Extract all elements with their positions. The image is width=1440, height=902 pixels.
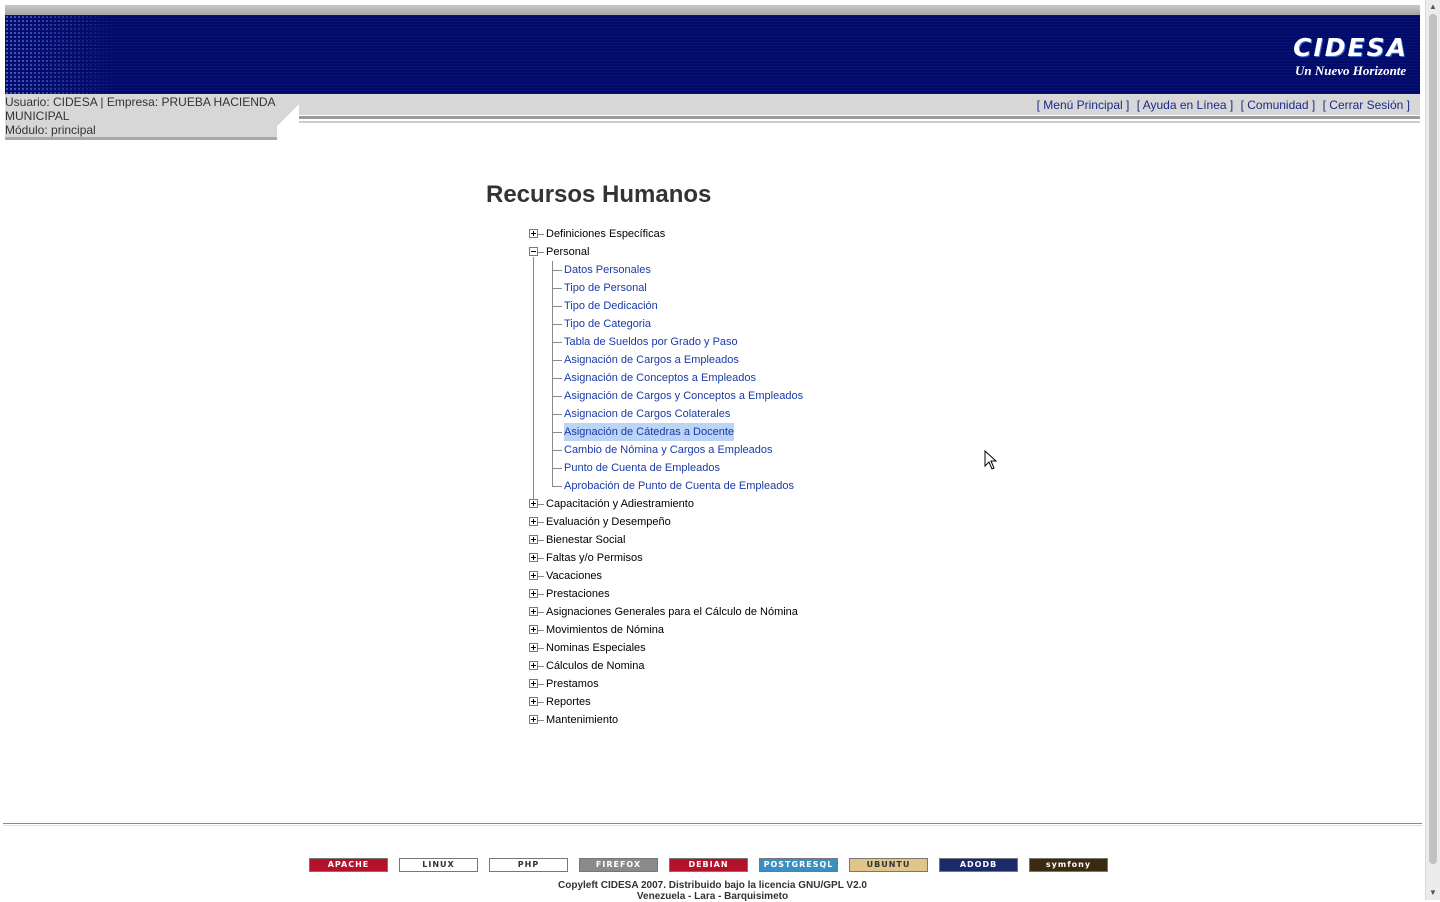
tree-child-link[interactable]: Tipo de Personal [564,279,647,297]
tree-child-link[interactable]: Cambio de Nómina y Cargos a Empleados [564,441,773,459]
tree-child-link[interactable]: Datos Personales [564,261,651,279]
location-line: Venezuela - Lara - Barquisimeto [636,891,789,902]
tree-connector [533,257,534,503]
tree-child-link[interactable]: Asignación de Cátedras a Docente [564,423,734,441]
expand-icon[interactable] [529,517,538,526]
tree-child-link[interactable]: Asignación de Cargos a Empleados [564,351,739,369]
postgresql-icon[interactable]: POSTGRESQL POWERED [759,858,838,881]
tree-node-label[interactable]: Prestamos [546,675,599,693]
mouse-pointer-icon [984,450,998,470]
tree-child-link[interactable]: Asignacion de Cargos Colaterales [564,405,730,423]
tree-node-label[interactable]: Vacaciones [546,567,602,585]
tree-node-label[interactable]: Reportes [546,693,591,711]
page-title: Recursos Humanos [486,181,712,208]
session-info: Usuario: CIDESA | Empresa: PRUEBA HACIEN… [5,95,277,140]
top-strip [5,5,1420,15]
tree-node-label[interactable]: Faltas y/o Permisos [546,549,643,567]
nav-comunidad[interactable]: [ Comunidad ] [1241,98,1316,112]
expand-icon[interactable] [529,571,538,580]
brand: CIDESA Un Nuevo Horizonte [1293,35,1408,79]
scroll-thumb[interactable] [1429,14,1437,864]
expand-icon[interactable] [529,625,538,634]
tree-node-label[interactable]: Movimientos de Nómina [546,621,664,639]
nav-cerrar-sesion[interactable]: [ Cerrar Sesión ] [1323,98,1410,112]
debian-swirl-icon[interactable]: DEBIAN [669,858,748,872]
tree-node-label[interactable]: Personal [546,243,589,261]
expand-icon[interactable] [529,499,538,508]
tree-node-label[interactable]: Prestaciones [546,585,610,603]
top-navigation: [ Menú Principal ] [ Ayuda en Línea ] [ … [1033,98,1410,112]
expand-icon[interactable] [529,661,538,670]
nav-ayuda-en-linea[interactable]: [ Ayuda en Línea ] [1137,98,1234,112]
collapse-icon[interactable] [529,247,538,256]
tree-node-label[interactable]: Capacitación y Adiestramiento [546,495,694,513]
expand-icon[interactable] [529,607,538,616]
tree-child-link[interactable]: Aprobación de Punto de Cuenta de Emplead… [564,477,794,495]
tree-child-link[interactable]: Tipo de Dedicación [564,297,658,315]
firefox-icon[interactable]: FIREFOX [579,858,658,872]
footer-text: Copyleft CIDESA 2007. Distribuido bajo l… [0,880,1425,902]
ubuntu-icon[interactable]: UBUNTU [849,858,928,872]
user-company-text: Usuario: CIDESA | Empresa: PRUEBA HACIEN… [5,95,275,123]
brand-tagline: Un Nuevo Horizonte [1294,63,1407,78]
tree-node-label[interactable]: Mantenimiento [546,711,618,729]
tree-node-label[interactable]: Cálculos de Nomina [546,657,644,675]
tree-child-link[interactable]: Tipo de Categoria [564,315,651,333]
tree-node-label[interactable]: Nominas Especiales [546,639,646,657]
scroll-down-arrow-icon[interactable]: ▼ [1428,888,1438,898]
tree-child-link[interactable]: Punto de Cuenta de Empleados [564,459,720,477]
expand-icon[interactable] [529,679,538,688]
copyleft-line: Copyleft CIDESA 2007. Distribuido bajo l… [558,880,867,891]
tree-node-label[interactable]: Evaluación y Desempeño [546,513,671,531]
tree-child-link[interactable]: Asignación de Cargos y Conceptos a Emple… [564,387,803,405]
tree-child-link[interactable]: Tabla de Sueldos por Grado y Paso [564,333,738,351]
tree-child-link[interactable]: Asignación de Conceptos a Empleados [564,369,756,387]
expand-icon[interactable] [529,643,538,652]
expand-icon[interactable] [529,229,538,238]
module-text: Módulo: principal [5,123,277,140]
header-banner: CIDESA Un Nuevo Horizonte [5,15,1420,94]
expand-icon[interactable] [529,535,538,544]
expand-icon[interactable] [529,697,538,706]
adodb-icon[interactable]: ADODB POWERED [939,858,1018,881]
expand-icon[interactable] [529,715,538,724]
php-icon[interactable]: PHP [489,858,568,872]
tux-icon[interactable]: LINUX [399,858,478,872]
scroll-up-arrow-icon[interactable]: ▲ [1428,2,1438,12]
nav-menu-principal[interactable]: [ Menú Principal ] [1037,98,1130,112]
expand-icon[interactable] [529,553,538,562]
tree-node-label[interactable]: Bienestar Social [546,531,626,549]
apache-feather-icon[interactable]: APACHE [309,858,388,872]
symfony-icon[interactable]: symfony [1029,858,1108,872]
tree-node-label[interactable]: Definiciones Específicas [546,225,665,243]
tree-node-label[interactable]: Asignaciones Generales para el Cálculo d… [546,603,798,621]
cidesa-logo: CIDESA [1293,33,1408,62]
vertical-scrollbar[interactable]: ▲ ▼ [1425,0,1440,900]
expand-icon[interactable] [529,589,538,598]
powered-by-badges: APACHE LINUX PHP FIREFOX DEBIAN POSTGRESQL PO… [309,858,1108,881]
